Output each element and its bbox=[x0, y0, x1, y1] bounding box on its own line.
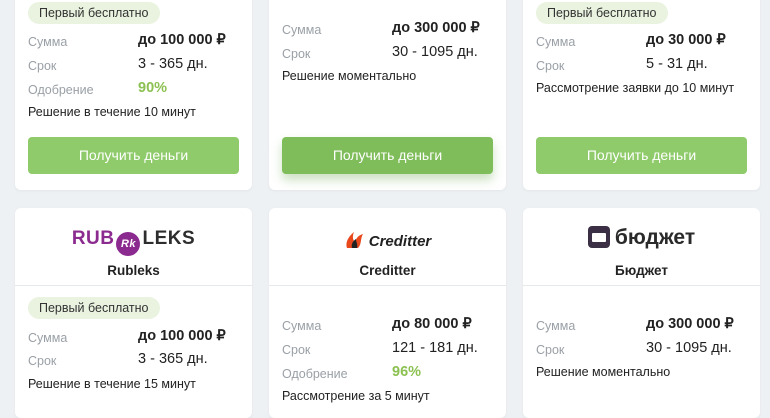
approval-label: Одобрение bbox=[282, 367, 348, 381]
logo-text: бюджет bbox=[614, 226, 696, 249]
get-money-button[interactable]: Получить деньги bbox=[536, 137, 747, 174]
term-label: Срок bbox=[28, 59, 57, 73]
divider bbox=[269, 285, 506, 286]
term-value: 30 - 1095 дн. bbox=[392, 44, 478, 60]
sum-value: до 100 000 ₽ bbox=[138, 32, 226, 48]
sum-label: Сумма bbox=[28, 331, 68, 345]
term-value: 3 - 365 дн. bbox=[138, 351, 208, 367]
lender-card-creditter: Creditter Creditter Сумма до 80 000 ₽ Ср… bbox=[269, 208, 506, 418]
lender-name: Creditter bbox=[359, 263, 416, 278]
divider bbox=[15, 285, 252, 286]
term-value: 30 - 1095 дн. bbox=[646, 340, 732, 356]
term-label: Срок bbox=[536, 343, 565, 357]
lender-card-rubleks: RUB Rk LEKS Rubleks Первый бесплатно Сумма… bbox=[15, 208, 252, 418]
term-label: Срок bbox=[282, 343, 311, 357]
term-label: Срок bbox=[282, 47, 311, 61]
sum-value: до 300 000 ₽ bbox=[646, 316, 734, 332]
wallet-icon bbox=[587, 226, 610, 248]
first-free-badge: Первый бесплатно bbox=[536, 2, 668, 24]
sum-label: Сумма bbox=[282, 23, 322, 37]
term-value: 5 - 31 дн. bbox=[646, 56, 708, 72]
rubleks-logo: RUB Rk LEKS bbox=[15, 228, 252, 256]
sum-value: до 100 000 ₽ bbox=[138, 328, 226, 344]
divider bbox=[523, 285, 760, 286]
sum-label: Сумма bbox=[536, 319, 576, 333]
logo-text-left: RUB bbox=[71, 228, 115, 249]
offer-card-1: Первый бесплатно Сумма до 100 000 ₽ Срок… bbox=[15, 0, 252, 190]
lender-card-budget: бюджет Бюджет Сумма до 300 000 ₽ Срок 30… bbox=[523, 208, 760, 418]
sum-label: Сумма bbox=[28, 35, 68, 49]
get-money-button[interactable]: Получить деньги bbox=[282, 137, 493, 174]
sum-value: до 80 000 ₽ bbox=[392, 316, 472, 332]
decision-note: Рассмотрение за 5 минут bbox=[282, 389, 430, 403]
sum-label: Сумма bbox=[536, 35, 576, 49]
sum-value: до 300 000 ₽ bbox=[392, 20, 480, 36]
sum-value: до 30 000 ₽ bbox=[646, 32, 726, 48]
decision-note: Решение в течение 10 минут bbox=[28, 105, 196, 119]
rk-mark-icon: Rk bbox=[116, 232, 141, 256]
first-free-badge: Первый бесплатно bbox=[28, 297, 160, 319]
term-label: Срок bbox=[536, 59, 565, 73]
logo-text-right: LEKS bbox=[142, 228, 196, 249]
logo-text: Creditter bbox=[368, 233, 432, 250]
term-value: 121 - 181 дн. bbox=[392, 340, 478, 356]
first-free-badge: Первый бесплатно bbox=[28, 2, 160, 24]
decision-note: Рассмотрение заявки до 10 минут bbox=[536, 81, 735, 95]
budget-logo: бюджет bbox=[523, 226, 760, 250]
approval-value: 90% bbox=[138, 80, 168, 96]
creditter-flame-icon bbox=[344, 230, 366, 255]
sum-label: Сумма bbox=[282, 319, 322, 333]
lender-name: Rubleks bbox=[107, 263, 160, 278]
decision-note: Решение моментально bbox=[536, 365, 671, 379]
term-label: Срок bbox=[28, 354, 57, 368]
creditter-logo: Creditter bbox=[269, 230, 506, 255]
term-value: 3 - 365 дн. bbox=[138, 56, 208, 72]
approval-label: Одобрение bbox=[28, 83, 94, 97]
offer-card-2: Сумма до 300 000 ₽ Срок 30 - 1095 дн. Ре… bbox=[269, 0, 506, 190]
decision-note: Решение моментально bbox=[282, 69, 417, 83]
approval-value: 96% bbox=[392, 364, 422, 380]
lender-name: Бюджет bbox=[615, 263, 668, 278]
decision-note: Решение в течение 15 минут bbox=[28, 377, 196, 391]
get-money-button[interactable]: Получить деньги bbox=[28, 137, 239, 174]
offer-card-3: Первый бесплатно Сумма до 30 000 ₽ Срок … bbox=[523, 0, 760, 190]
